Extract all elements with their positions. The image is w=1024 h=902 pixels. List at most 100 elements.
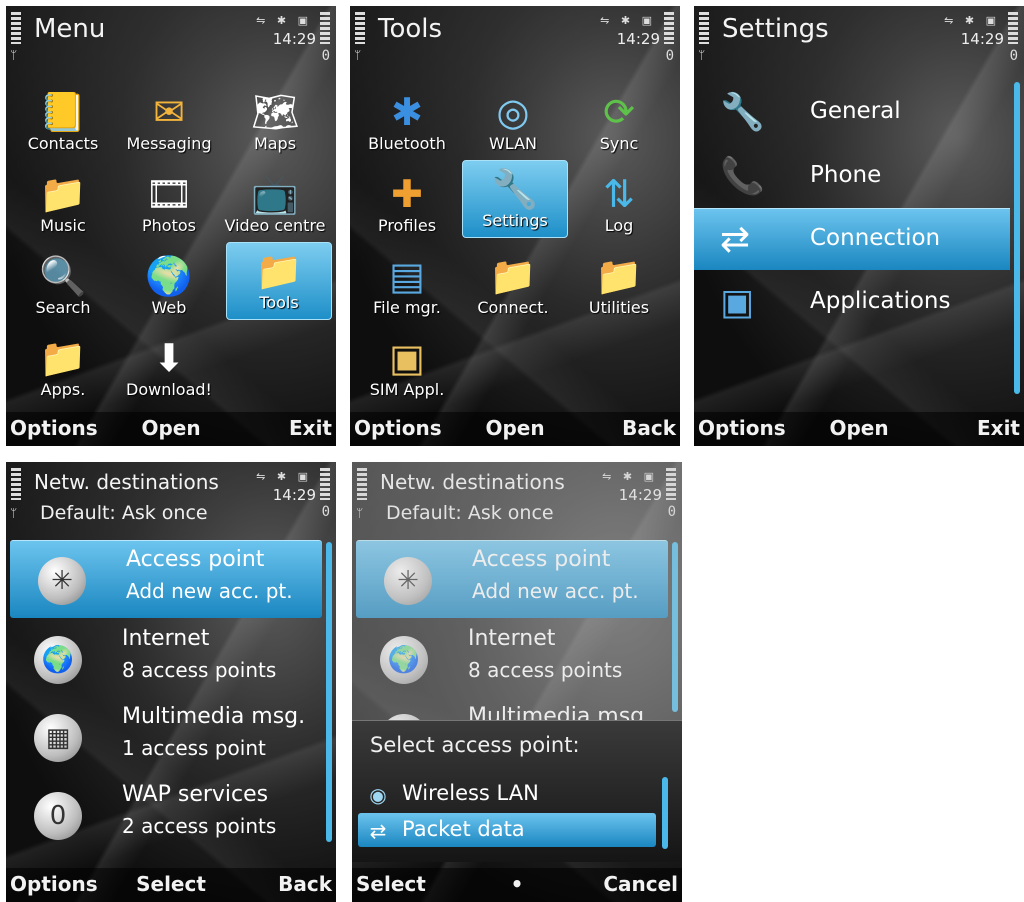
tools-item-settings[interactable]: 🔧 Settings xyxy=(462,160,568,238)
battery-icon xyxy=(320,468,330,500)
menu-item-tools[interactable]: 📁 Tools xyxy=(226,242,332,320)
softkey-bar: Select • Cancel xyxy=(352,868,682,902)
destination-item-wap[interactable]: 0 WAP services 2 access points xyxy=(6,776,322,854)
softkey-bar: Options Open Exit xyxy=(694,412,1024,446)
menu-item-web[interactable]: 🌍 Web xyxy=(116,248,222,326)
option-packet-data[interactable]: ⇄ Packet data xyxy=(358,813,656,847)
back-softkey[interactable]: Back xyxy=(278,872,332,896)
message-counter: 0 xyxy=(1009,48,1018,64)
profiles-icon: ✚ xyxy=(391,172,423,216)
settings-item-general[interactable]: 🔧 General xyxy=(694,82,1010,144)
back-softkey[interactable]: Back xyxy=(622,416,676,440)
access-point-icon: ✳ xyxy=(38,557,86,605)
exit-softkey[interactable]: Exit xyxy=(289,416,332,440)
dialog-scrollbar[interactable] xyxy=(662,777,668,849)
clock: 14:29 xyxy=(272,30,316,48)
options-softkey[interactable]: Options xyxy=(354,416,442,440)
applications-settings-icon: ▣ xyxy=(720,282,755,323)
apps-folder-icon: 📁 xyxy=(39,336,87,380)
menu-item-download[interactable]: ⬇ Download! xyxy=(116,330,222,408)
globe-icon: 🌍 xyxy=(34,636,82,684)
tools-item-wlan[interactable]: ◎ WLAN xyxy=(460,84,566,162)
options-softkey[interactable]: Options xyxy=(698,416,786,440)
options-softkey[interactable]: Options xyxy=(10,872,98,896)
exit-softkey[interactable]: Exit xyxy=(977,416,1020,440)
globe-icon: 🌍 xyxy=(145,254,193,298)
wlan-icon: ◎ xyxy=(496,90,530,134)
center-key-dot[interactable]: • xyxy=(511,872,524,896)
scrollbar[interactable] xyxy=(326,542,332,842)
video-icon: 📺 xyxy=(251,172,299,216)
tools-item-log[interactable]: ⇅ Log xyxy=(566,166,672,244)
battery-icon xyxy=(320,12,330,44)
utilities-folder-icon: 📁 xyxy=(595,254,643,298)
select-access-point-screen: ᛘ Netw. destinations Default: Ask once ⇋… xyxy=(352,462,682,902)
cancel-softkey[interactable]: Cancel xyxy=(603,872,678,896)
wrench-icon: 🔧 xyxy=(491,167,539,211)
status-icons: ⇋ ✱ ▣ xyxy=(600,14,656,27)
menu-item-maps[interactable]: 🗺 Maps xyxy=(222,84,328,162)
menu-screen: ᛘ Menu ⇋ ✱ ▣ 14:29 0 📒 Contacts ✉ Messag… xyxy=(6,6,336,446)
page-title: Settings xyxy=(722,14,829,44)
settings-item-connection[interactable]: ⇄ Connection xyxy=(694,208,1010,270)
menu-item-video-centre[interactable]: 📺 Video centre xyxy=(222,166,328,244)
scrollbar[interactable] xyxy=(1014,82,1020,394)
packet-data-icon: ⇄ xyxy=(369,819,387,843)
general-settings-icon: 🔧 xyxy=(720,92,765,133)
softkey-bar: Options Open Back xyxy=(350,412,680,446)
menu-item-music[interactable]: 📁 Music xyxy=(10,166,116,244)
dialog-title: Select access point: xyxy=(370,733,580,757)
tools-item-profiles[interactable]: ✚ Profiles xyxy=(354,166,460,244)
tools-item-sync[interactable]: ⟳ Sync xyxy=(566,84,672,162)
tools-item-sim-application[interactable]: ▣ SIM Appl. xyxy=(354,330,460,408)
tools-item-bluetooth[interactable]: ✱ Bluetooth xyxy=(354,84,460,162)
menu-item-photos[interactable]: 🎞 Photos xyxy=(116,166,222,244)
menu-item-search[interactable]: 🔍 Search xyxy=(10,248,116,326)
open-softkey[interactable]: Open xyxy=(141,416,200,440)
select-softkey[interactable]: Select xyxy=(136,872,206,896)
page-title: Tools xyxy=(378,14,443,44)
destination-item-multimedia[interactable]: ▦ Multimedia msg. 1 access point xyxy=(6,698,322,776)
antenna-icon: ᛘ xyxy=(10,48,18,62)
sync-icon: ⟳ xyxy=(603,90,635,134)
select-softkey[interactable]: Select xyxy=(356,872,426,896)
destinations-screen: ᛘ Netw. destinations Default: Ask once ⇋… xyxy=(6,462,336,902)
contacts-icon: 📒 xyxy=(39,90,87,134)
tools-item-connectivity[interactable]: 📁 Connect. xyxy=(460,248,566,326)
antenna-icon: ᛘ xyxy=(698,48,706,62)
tools-screen: ᛘ Tools ⇋ ✱ ▣ 14:29 0 ✱ Bluetooth ◎ WLAN… xyxy=(350,6,680,446)
battery-icon xyxy=(664,12,674,44)
settings-item-phone[interactable]: 📞 Phone xyxy=(694,146,1010,208)
multimedia-icon: ▦ xyxy=(34,714,82,762)
settings-item-applications[interactable]: ▣ Applications xyxy=(694,272,1010,334)
page-title: Netw. destinations xyxy=(34,470,219,494)
open-softkey[interactable]: Open xyxy=(485,416,544,440)
softkey-bar: Options Open Exit xyxy=(6,412,336,446)
film-icon: 🎞 xyxy=(145,172,194,216)
map-icon: 🗺 xyxy=(251,90,300,134)
options-softkey[interactable]: Options xyxy=(10,416,98,440)
menu-item-contacts[interactable]: 📒 Contacts xyxy=(10,84,116,162)
status-icons: ⇋ ✱ ▣ xyxy=(944,14,1000,27)
wap-icon: 0 xyxy=(34,792,82,840)
sim-card-icon: ▣ xyxy=(389,336,425,380)
open-softkey[interactable]: Open xyxy=(829,416,888,440)
antenna-icon: ᛘ xyxy=(10,506,18,520)
settings-screen: ᛘ Settings ⇋ ✱ ▣ 14:29 0 🔧 General 📞 Pho… xyxy=(694,6,1024,446)
page-title: Menu xyxy=(34,14,106,44)
tools-item-utilities[interactable]: 📁 Utilities xyxy=(566,248,672,326)
battery-icon xyxy=(1008,12,1018,44)
tools-item-file-manager[interactable]: ▤ File mgr. xyxy=(354,248,460,326)
clock: 14:29 xyxy=(272,486,316,504)
bluetooth-icon: ✱ xyxy=(391,90,423,134)
default-destination-label: Default: Ask once xyxy=(40,502,208,524)
destination-item-internet[interactable]: 🌍 Internet 8 access points xyxy=(6,620,322,698)
magnifier-icon: 🔍 xyxy=(39,254,87,298)
clock: 14:29 xyxy=(616,30,660,48)
tools-folder-icon: 📁 xyxy=(255,249,303,293)
destination-item-access-point[interactable]: ✳ Access point Add new acc. pt. xyxy=(10,540,322,618)
signal-strength-icon xyxy=(11,468,21,500)
menu-item-apps[interactable]: 📁 Apps. xyxy=(10,330,116,408)
option-wireless-lan[interactable]: ◉ Wireless LAN xyxy=(358,777,656,811)
menu-item-messaging[interactable]: ✉ Messaging xyxy=(116,84,222,162)
